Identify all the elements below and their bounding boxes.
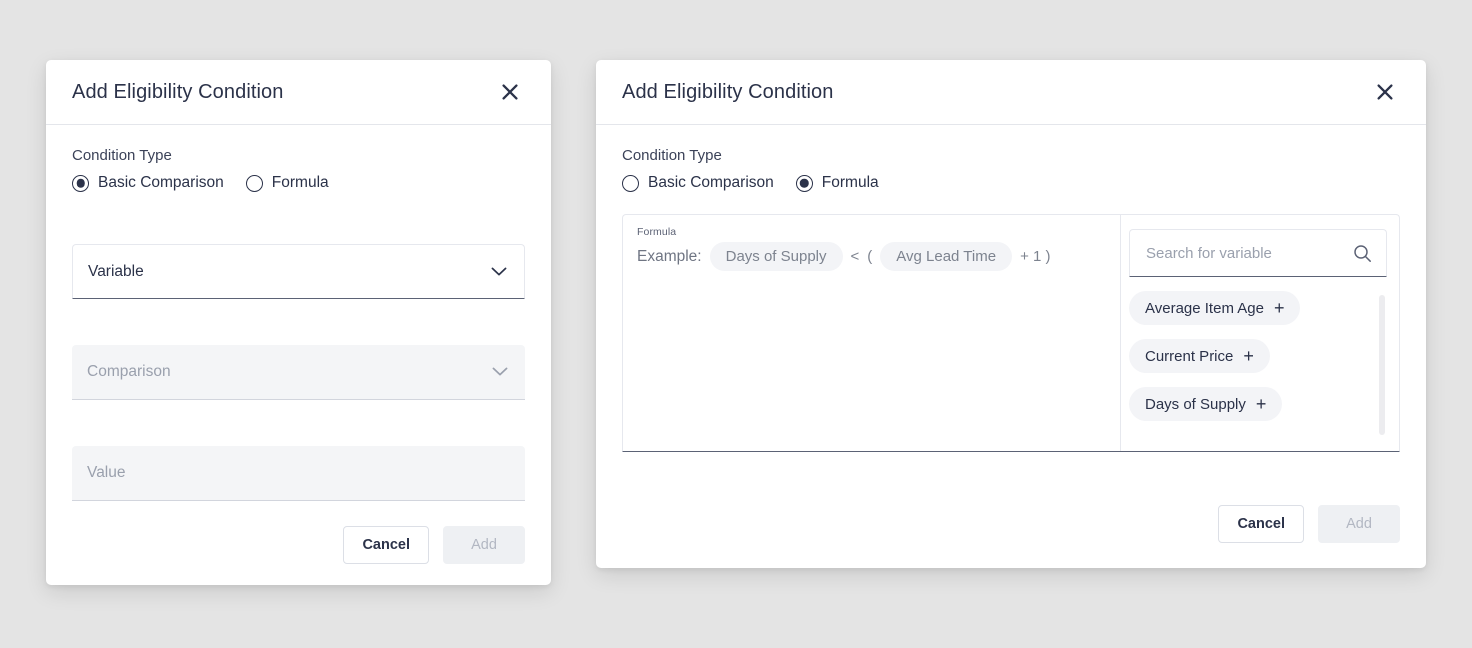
radio-basic-comparison-label: Basic Comparison [648, 174, 774, 192]
formula-builder: Formula Example: Days of Supply < ( Avg … [622, 214, 1400, 452]
spacer [72, 198, 525, 244]
formula-editor[interactable]: Formula Example: Days of Supply < ( Avg … [623, 215, 1121, 451]
close-icon[interactable] [1368, 75, 1402, 109]
variable-list: Average Item Age + Current Price + Days … [1129, 291, 1387, 451]
dialog-header: Add Eligibility Condition [596, 60, 1426, 125]
search-icon [1353, 244, 1372, 263]
example-token-tail: + 1 ) [1020, 248, 1050, 265]
variable-chip-label: Current Price [1145, 348, 1233, 365]
add-button[interactable]: Add [1318, 505, 1400, 543]
variable-list-scrollbar[interactable] [1379, 295, 1385, 435]
radio-basic-comparison[interactable]: Basic Comparison [72, 174, 224, 192]
radio-unselected-icon [622, 175, 639, 192]
radio-formula-label: Formula [822, 174, 879, 192]
spacer [72, 299, 525, 345]
variable-chip-days-of-supply[interactable]: Days of Supply + [1129, 387, 1282, 421]
radio-formula[interactable]: Formula [796, 174, 879, 192]
search-input[interactable] [1144, 244, 1353, 263]
variable-picker: Average Item Age + Current Price + Days … [1121, 215, 1399, 451]
comparison-select[interactable]: Comparison [72, 345, 525, 400]
dialog-body: Condition Type Basic Comparison Formula … [596, 125, 1426, 480]
spacer [72, 400, 525, 446]
variable-chip-current-price[interactable]: Current Price + [1129, 339, 1270, 373]
condition-type-radio-group: Basic Comparison Formula [72, 174, 525, 192]
plus-icon: + [1256, 395, 1267, 413]
radio-basic-comparison[interactable]: Basic Comparison [622, 174, 774, 192]
cancel-button[interactable]: Cancel [343, 526, 429, 564]
cancel-button[interactable]: Cancel [1218, 505, 1304, 543]
close-icon[interactable] [493, 75, 527, 109]
radio-formula-label: Formula [272, 174, 329, 192]
value-input-placeholder: Value [87, 464, 510, 482]
radio-basic-comparison-label: Basic Comparison [98, 174, 224, 192]
add-eligibility-condition-dialog-formula: Add Eligibility Condition Condition Type… [596, 60, 1426, 568]
variable-chip-label: Days of Supply [1145, 396, 1246, 413]
radio-selected-icon [796, 175, 813, 192]
dialog-title: Add Eligibility Condition [72, 81, 284, 104]
add-eligibility-condition-dialog-basic: Add Eligibility Condition Condition Type… [46, 60, 551, 585]
variable-select[interactable]: Variable [72, 244, 525, 299]
dialog-footer: Cancel Add [596, 480, 1426, 568]
plus-icon: + [1243, 347, 1254, 365]
example-token-operator: < [851, 248, 860, 265]
condition-type-radio-group: Basic Comparison Formula [622, 174, 1400, 192]
add-button[interactable]: Add [443, 526, 525, 564]
screen-root: Add Eligibility Condition Condition Type… [0, 0, 1472, 648]
formula-field-caption: Formula [637, 226, 1106, 238]
radio-unselected-icon [246, 175, 263, 192]
condition-type-label: Condition Type [72, 147, 525, 164]
comparison-select-placeholder: Comparison [87, 363, 490, 381]
condition-type-label: Condition Type [622, 147, 1400, 164]
radio-selected-icon [72, 175, 89, 192]
radio-formula[interactable]: Formula [246, 174, 329, 192]
variable-chip-label: Average Item Age [1145, 300, 1264, 317]
example-token-pill: Days of Supply [710, 242, 843, 271]
dialog-footer: Cancel Add [46, 505, 551, 585]
plus-icon: + [1274, 299, 1285, 317]
variable-select-value: Variable [88, 263, 489, 281]
dialog-body: Condition Type Basic Comparison Formula … [46, 125, 551, 505]
dialog-title: Add Eligibility Condition [622, 81, 834, 104]
value-input[interactable]: Value [72, 446, 525, 501]
example-token-paren-open: ( [867, 248, 872, 265]
search-variable-field[interactable] [1129, 229, 1387, 277]
dialog-header: Add Eligibility Condition [46, 60, 551, 125]
example-token-pill: Avg Lead Time [880, 242, 1012, 271]
chevron-down-icon [490, 362, 510, 382]
example-label: Example: [637, 248, 702, 266]
chevron-down-icon [489, 262, 509, 282]
variable-chip-average-item-age[interactable]: Average Item Age + [1129, 291, 1300, 325]
formula-example: Example: Days of Supply < ( Avg Lead Tim… [637, 242, 1106, 271]
